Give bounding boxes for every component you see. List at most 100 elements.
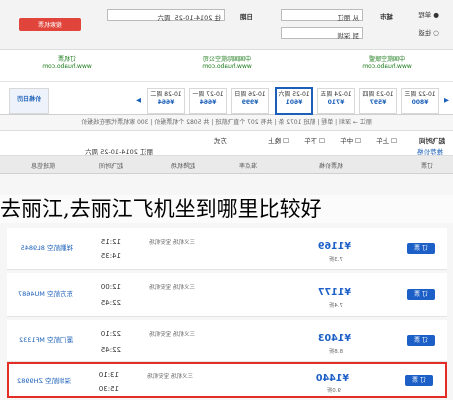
flight-dep-time: 22:10	[100, 330, 121, 338]
flight-airline[interactable]: 厦门航空 MF1332	[19, 334, 73, 344]
filter-option[interactable]: ☐ 中午	[340, 135, 361, 145]
flight-arr-time: 22:45	[100, 299, 121, 307]
column-header: 航班信息	[30, 163, 55, 170]
filter-option[interactable]: ☐ 上午	[376, 135, 397, 145]
date-cell-price: ¥664	[199, 99, 217, 106]
filter-option-label: 中午	[340, 137, 354, 145]
column-header: 准点率	[238, 163, 257, 170]
flight-discount: 7.4折	[328, 303, 343, 309]
date-cell-date: 10-27 周一	[192, 91, 224, 98]
flight-row: 订 票 ¥1169 7.3折 三义机场 宝安机场 12:15 14:35 祥鹏航…	[7, 228, 447, 270]
flight-airports: 三义机场 宝安机场	[147, 374, 193, 380]
flight-discount: 8.8折	[328, 349, 343, 355]
table-header: 航班信息 起飞时间 起降机场 准点率 机票价格 订票	[0, 156, 453, 174]
book-button[interactable]: 订 票	[407, 335, 435, 346]
date-cell[interactable]: 10-26 周日 ¥999	[231, 88, 269, 114]
ad-strip: 中国航空联盟 www.huabo.com 中国国际航空公司 www.huabo.co…	[0, 50, 453, 82]
column-header[interactable]: 起飞时间	[99, 161, 123, 170]
date-cell[interactable]: 10-23 周四 ¥597	[359, 88, 397, 114]
date-cell-date: 10-24 周五	[320, 91, 352, 98]
ad-line1: 订机票	[58, 56, 77, 63]
flight-row-highlighted: 订 票 ¥1440 9.0折 三义机场 宝安机场 13:10 15:30 深圳航…	[7, 362, 447, 398]
flight-airline[interactable]: 东方航空 MU4687	[18, 288, 73, 298]
trip-oneway-radio[interactable]: ● 单程	[418, 9, 439, 19]
date-cell-date: 10-25 周六	[278, 91, 310, 98]
flight-arr-time: 22:45	[100, 346, 121, 354]
date-cell[interactable]: 10-28 周二 ¥664	[147, 88, 185, 114]
flight-price: ¥1403	[317, 333, 351, 344]
from-city-input[interactable]: 从 丽江	[281, 9, 363, 22]
ad-line1: 中国航空联盟	[369, 56, 406, 63]
filter-option[interactable]: ☐ 晚上	[268, 135, 289, 145]
date-cell-price: ¥664	[157, 99, 175, 106]
date-price-bar: ◀ 10-22 周三 ¥800 10-23 周四 ¥597 10-24 周五 ¥710…	[0, 82, 453, 115]
trip-round-radio[interactable]: ○ 往返	[418, 27, 439, 37]
search-button[interactable]: 搜索机票	[19, 18, 81, 31]
date-cell[interactable]: 10-24 周五 ¥710	[317, 88, 355, 114]
flight-airline[interactable]: 深圳航空 ZH9982	[17, 375, 71, 385]
city-label: 城市	[380, 13, 393, 21]
flight-dep-time: 12:15	[100, 238, 121, 246]
flight-price: ¥1169	[317, 241, 351, 252]
date-cell-price: ¥710	[327, 99, 345, 106]
date-cell-date: 10-28 周二	[150, 91, 182, 98]
ad-line2: www.huabo.com	[362, 63, 412, 70]
ad-line2: www.huabo.com	[202, 63, 252, 70]
flight-discount: 9.0折	[326, 388, 341, 394]
trip-round-label: 往返	[418, 29, 432, 37]
to-city-input[interactable]: 到 深圳	[281, 27, 363, 40]
price-calendar-button[interactable]: 价格日历	[9, 88, 49, 114]
date-cell[interactable]: 10-22 周三 ¥800	[401, 88, 439, 114]
date-cell-date: 10-22 周三	[404, 91, 436, 98]
flight-discount: 7.3折	[328, 257, 343, 263]
filter-option-label: 上午	[376, 137, 390, 145]
column-header: 起降机场	[170, 163, 195, 170]
flight-airports: 三义机场 宝安机场	[149, 240, 195, 246]
recommended-price-label[interactable]: 推荐价格	[417, 146, 443, 156]
next-arrow-icon[interactable]: ▶	[136, 96, 141, 104]
flight-dep-time: 13:10	[98, 371, 119, 379]
search-panel: ● 单程 ○ 往返 城市 从 丽江 到 深圳 日期 往 2014-10-25 周…	[0, 0, 453, 50]
book-button[interactable]: 订 票	[407, 289, 435, 300]
column-header: 订票	[420, 163, 433, 170]
date-input[interactable]: 往 2014-10-25 周六	[107, 9, 225, 22]
flight-airline[interactable]: 祥鹏航空 8L9845	[21, 242, 73, 252]
flight-airports: 三义机场 宝安机场	[149, 285, 195, 291]
sort-label[interactable]: 方式	[214, 135, 227, 145]
book-button[interactable]: 订 票	[407, 243, 435, 254]
ad-item[interactable]: 中国国际航空公司 www.huabo.com	[175, 54, 279, 78]
flight-arr-time: 14:35	[100, 252, 121, 260]
book-button[interactable]: 订 票	[405, 375, 433, 386]
ad-item[interactable]: 订机票 www.huabo.com	[15, 54, 119, 78]
ad-line2: www.huabo.com	[42, 63, 92, 70]
caption-overlay: 去丽江,去丽江飞机坐到哪里比较好	[0, 195, 453, 223]
filter-time-label: 起飞时间	[419, 137, 445, 145]
filter-option-label: 晚上	[268, 137, 282, 145]
price-calendar-label: 价格日历	[17, 96, 42, 103]
filter-option[interactable]: ☐ 下午	[304, 135, 325, 145]
flight-price: ¥1440	[315, 373, 349, 384]
date-cell-selected[interactable]: 10-25 周六 ¥601	[275, 87, 313, 115]
flight-row: 订 票 ¥1177 7.4折 三义机场 宝安机场 12:00 22:45 东方航…	[7, 273, 447, 317]
date-cell-price: ¥597	[369, 99, 387, 106]
trip-oneway-label: 单程	[418, 11, 432, 19]
flight-price: ¥1177	[317, 287, 351, 298]
weekday-value: 周六	[157, 14, 171, 22]
date-cell[interactable]: 10-27 周一 ¥664	[189, 88, 227, 114]
flight-airports: 三义机场 宝安机场	[149, 332, 195, 338]
date-cell-date: 10-23 周四	[362, 91, 394, 98]
result-summary: 丽江 → 深圳 | 单程 | 航班 1072 条 | 共有 207 个直飞航班 …	[81, 119, 372, 126]
prev-arrow-icon[interactable]: ◀	[444, 96, 449, 104]
flight-row: 订 票 ¥1403 8.8折 三义机场 宝安机场 22:10 22:45 厦门航…	[7, 320, 447, 362]
ad-item[interactable]: 中国航空联盟 www.huabo.com	[335, 54, 439, 78]
route-date-note: 丽江 2014-10-25 周六	[85, 148, 153, 156]
ad-line1: 中国国际航空公司	[203, 56, 252, 63]
flight-dep-time: 12:00	[100, 283, 121, 291]
date-cell-date: 10-26 周日	[234, 91, 266, 98]
column-header[interactable]: 机票价格	[319, 161, 343, 170]
date-cell-price: ¥800	[411, 99, 429, 106]
date-value: 往 2014-10-25	[174, 14, 221, 22]
date-label: 日期	[240, 13, 253, 21]
date-cell-price: ¥601	[285, 99, 303, 106]
filter-bar: 起飞时间 ☐ 上午 ☐ 中午 ☐ 下午 ☐ 晚上 方式 推荐价格 丽江 2014…	[0, 130, 453, 156]
